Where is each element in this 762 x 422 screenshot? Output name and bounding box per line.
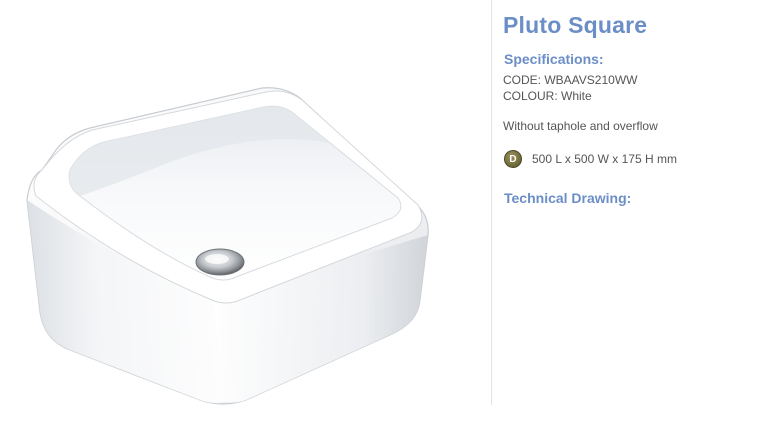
- dimensions-text: 500 L x 500 W x 175 H mm: [532, 152, 677, 166]
- panel-divider: [491, 0, 492, 405]
- product-title: Pluto Square: [503, 12, 648, 38]
- dimensions-row: D 500 L x 500 W x 175 H mm: [504, 149, 677, 169]
- technical-drawing-heading: Technical Drawing:: [504, 190, 632, 206]
- dimension-badge-icon: D: [504, 150, 522, 168]
- product-note: Without taphole and overflow: [503, 119, 658, 133]
- specifications-heading: Specifications:: [504, 51, 604, 67]
- product-code: CODE: WBAAVS210WW: [503, 73, 638, 87]
- basin-illustration: [26, 87, 429, 405]
- product-colour: COLOUR: White: [503, 89, 592, 103]
- product-image-panel: [0, 0, 490, 417]
